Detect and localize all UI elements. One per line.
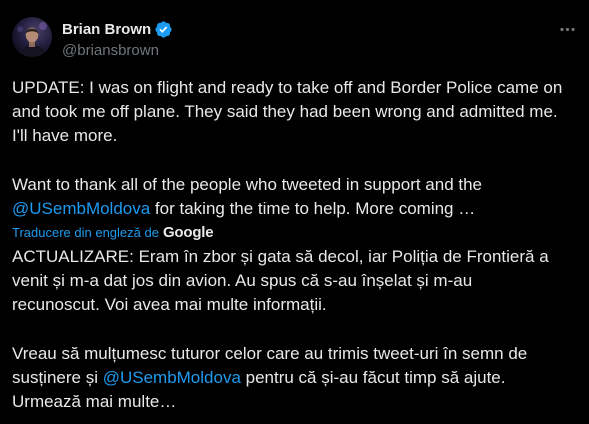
tweet-text-segment: for taking the time to help. More coming… — [150, 199, 476, 218]
translated-text-line: Urmează mai multe… — [12, 392, 177, 411]
tweet-text-line: I'll have more. — [12, 126, 118, 145]
tweet-text-line: Want to thank all of the people who twee… — [12, 175, 483, 194]
translated-text-segment: susținere și — [12, 368, 103, 387]
author-info: Brian Brown @briansbrown — [62, 19, 173, 61]
translated-text-line: venit și m-a dat jos din avion. Au spus … — [12, 271, 473, 290]
translation-attribution: Traducere din engleză de Google — [12, 221, 578, 245]
original-paragraph-1: UPDATE: I was on flight and ready to tak… — [12, 76, 578, 148]
mention-link-usembmoldova[interactable]: @USembMoldova — [103, 368, 241, 387]
translated-text-segment: pentru că și-au făcut timp să ajute. — [240, 368, 506, 387]
tweet-text-line: UPDATE: I was on flight and ready to tak… — [12, 78, 563, 97]
author-handle[interactable]: @briansbrown — [62, 41, 173, 61]
more-options-icon[interactable] — [558, 20, 577, 39]
tweet-body: UPDATE: I was on flight and ready to tak… — [12, 76, 578, 414]
mention-link-usembmoldova[interactable]: @USembMoldova — [12, 199, 150, 218]
author-name-row: Brian Brown — [62, 19, 173, 40]
translated-text-line: recunoscut. Voi avea mai multe informați… — [12, 295, 327, 314]
google-logo: Google — [162, 224, 214, 241]
translated-paragraph-2: Vreau să mulțumesc tuturor celor care au… — [12, 342, 578, 414]
tweet-text-line: @USembMoldova for taking the time to hel… — [12, 197, 578, 221]
translated-text-line: susținere și @USembMoldova pentru că și-… — [12, 366, 578, 390]
translated-paragraph-1: ACTUALIZARE: Eram în zbor și gata să dec… — [12, 245, 578, 317]
translation-label: Traducere din engleză de — [12, 225, 159, 240]
translated-text-line: ACTUALIZARE: Eram în zbor și gata să dec… — [12, 247, 549, 266]
translated-text-line: Vreau să mulțumesc tuturor celor care au… — [12, 344, 528, 363]
avatar[interactable] — [12, 17, 52, 57]
original-paragraph-2: Want to thank all of the people who twee… — [12, 173, 578, 221]
tweet: Brian Brown @briansbrown UPDATE: I was o… — [0, 0, 589, 424]
author-name[interactable]: Brian Brown — [62, 20, 151, 40]
profile-photo-icon — [12, 17, 52, 57]
verified-badge-icon[interactable] — [154, 20, 173, 39]
tweet-text-line: and took me off plane. They said they ha… — [12, 102, 558, 121]
